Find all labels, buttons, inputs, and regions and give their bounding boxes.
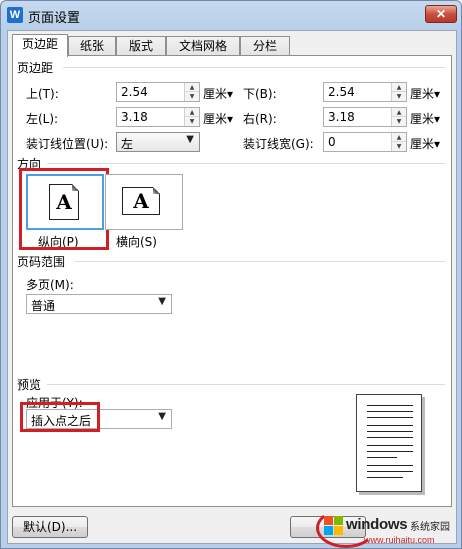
preview-text-line bbox=[367, 457, 397, 458]
chevron-down-icon: ▼ bbox=[158, 296, 166, 307]
spin-up-icon[interactable]: ▲ bbox=[185, 83, 199, 92]
windows-logo-icon bbox=[324, 516, 344, 536]
top-margin-label: 上(T): bbox=[26, 87, 59, 101]
section-divider bbox=[63, 67, 445, 68]
preview-text-line bbox=[367, 451, 413, 452]
default-button[interactable]: 默认(D)... bbox=[12, 516, 88, 538]
tab-columns[interactable]: 分栏 bbox=[240, 36, 290, 56]
spin-down-icon[interactable]: ▼ bbox=[392, 142, 406, 151]
tab-layout[interactable]: 版式 bbox=[116, 36, 166, 56]
preview-text-line bbox=[367, 477, 403, 478]
spin-up-icon[interactable]: ▲ bbox=[392, 83, 406, 92]
preview-page-thumbnail bbox=[356, 394, 422, 492]
left-margin-label: 左(L): bbox=[26, 112, 59, 126]
tab-document-grid[interactable]: 文档网格 bbox=[166, 36, 240, 56]
spinner-arrows[interactable]: ▲ ▼ bbox=[184, 108, 199, 126]
section-divider bbox=[47, 163, 445, 164]
spin-down-icon[interactable]: ▼ bbox=[185, 117, 199, 126]
wps-app-icon: W bbox=[7, 7, 23, 23]
chevron-down-icon: ▼ bbox=[158, 411, 166, 422]
preview-section-label: 预览 bbox=[17, 376, 45, 393]
gutter-position-label: 装订线位置(U): bbox=[26, 137, 109, 151]
pages-section-label: 页码范围 bbox=[17, 253, 69, 270]
preview-text-line bbox=[367, 417, 413, 418]
spin-up-icon[interactable]: ▲ bbox=[185, 108, 199, 117]
spin-down-icon[interactable]: ▼ bbox=[392, 92, 406, 101]
multiple-pages-label: 多页(M): bbox=[26, 278, 74, 292]
top-margin-spinner[interactable]: 2.54 ▲ ▼ bbox=[116, 82, 200, 102]
gutter-width-unit[interactable]: 厘米▾ bbox=[410, 135, 440, 152]
site-watermark: windows 系统家园 www.ruihaitu.com bbox=[316, 508, 462, 548]
left-margin-value: 3.18 bbox=[121, 110, 148, 124]
preview-text-line bbox=[367, 445, 413, 446]
gutter-width-label: 装订线宽(G): bbox=[243, 137, 314, 151]
bottom-margin-spinner[interactable]: 2.54 ▲ ▼ bbox=[323, 82, 407, 102]
right-margin-unit[interactable]: 厘米▾ bbox=[410, 110, 440, 127]
spinner-arrows[interactable]: ▲ ▼ bbox=[391, 133, 406, 151]
spinner-arrows[interactable]: ▲ ▼ bbox=[184, 83, 199, 101]
spin-up-icon[interactable]: ▲ bbox=[392, 108, 406, 117]
chevron-down-icon: ▼ bbox=[186, 134, 194, 145]
landscape-page-icon: A bbox=[122, 187, 160, 215]
multiple-pages-value: 普通 bbox=[31, 299, 56, 313]
bottom-margin-unit[interactable]: 厘米▾ bbox=[410, 85, 440, 102]
top-margin-unit[interactable]: 厘米▾ bbox=[203, 85, 233, 102]
preview-text-line bbox=[367, 411, 413, 412]
watermark-url: www.ruihaitu.com bbox=[364, 535, 435, 545]
gutter-width-value: 0 bbox=[328, 135, 336, 149]
watermark-brand: windows bbox=[346, 516, 408, 533]
dialog-client: 页边距 纸张 版式 文档网格 分栏 页边距 上(T): 2.54 ▲ ▼ 厘米▾ … bbox=[7, 30, 457, 544]
spin-down-icon[interactable]: ▼ bbox=[185, 92, 199, 101]
spinner-arrows[interactable]: ▲ ▼ bbox=[391, 108, 406, 126]
tab-paper[interactable]: 纸张 bbox=[68, 36, 116, 56]
gutter-position-value: 左 bbox=[121, 137, 134, 151]
gutter-width-spinner[interactable]: 0 ▲ ▼ bbox=[323, 132, 407, 152]
preview-text-line bbox=[367, 431, 413, 432]
preview-text-line bbox=[367, 405, 413, 406]
dialog-title: 页面设置 bbox=[28, 11, 81, 26]
page-setup-dialog: W 页面设置 ✕ 页边距 纸张 版式 文档网格 分栏 页边距 上(T): 2.5… bbox=[0, 0, 462, 549]
landscape-option[interactable]: A bbox=[105, 174, 183, 230]
top-margin-value: 2.54 bbox=[121, 85, 148, 99]
right-margin-label: 右(R): bbox=[243, 112, 277, 126]
spinner-arrows[interactable]: ▲ ▼ bbox=[391, 83, 406, 101]
watermark-suffix: 系统家园 bbox=[410, 522, 450, 533]
gutter-position-select[interactable]: 左 ▼ bbox=[116, 132, 200, 152]
tab-margins[interactable]: 页边距 bbox=[12, 34, 68, 57]
left-margin-spinner[interactable]: 3.18 ▲ ▼ bbox=[116, 107, 200, 127]
landscape-label[interactable]: 横向(S) bbox=[116, 233, 157, 250]
section-divider bbox=[47, 384, 445, 385]
spin-up-icon[interactable]: ▲ bbox=[392, 133, 406, 142]
tab-page-margins: 页边距 上(T): 2.54 ▲ ▼ 厘米▾ 下(B): 2.54 ▲ ▼ 厘米▾ … bbox=[12, 55, 452, 507]
bottom-margin-label: 下(B): bbox=[243, 87, 277, 101]
right-margin-spinner[interactable]: 3.18 ▲ ▼ bbox=[323, 107, 407, 127]
preview-text-line bbox=[367, 471, 413, 472]
preview-text-line bbox=[367, 425, 413, 426]
preview-text-line bbox=[367, 437, 413, 438]
section-divider bbox=[75, 261, 445, 262]
margins-section-label: 页边距 bbox=[17, 59, 57, 76]
highlight-box bbox=[19, 168, 109, 250]
right-margin-value: 3.18 bbox=[328, 110, 355, 124]
multiple-pages-select[interactable]: 普通 ▼ bbox=[26, 294, 172, 314]
close-button[interactable]: ✕ bbox=[425, 5, 457, 23]
spin-down-icon[interactable]: ▼ bbox=[392, 117, 406, 126]
title-bar[interactable]: W 页面设置 ✕ bbox=[1, 1, 461, 29]
bottom-margin-value: 2.54 bbox=[328, 85, 355, 99]
preview-text-line bbox=[367, 465, 413, 466]
highlight-box bbox=[20, 402, 100, 432]
left-margin-unit[interactable]: 厘米▾ bbox=[203, 110, 233, 127]
